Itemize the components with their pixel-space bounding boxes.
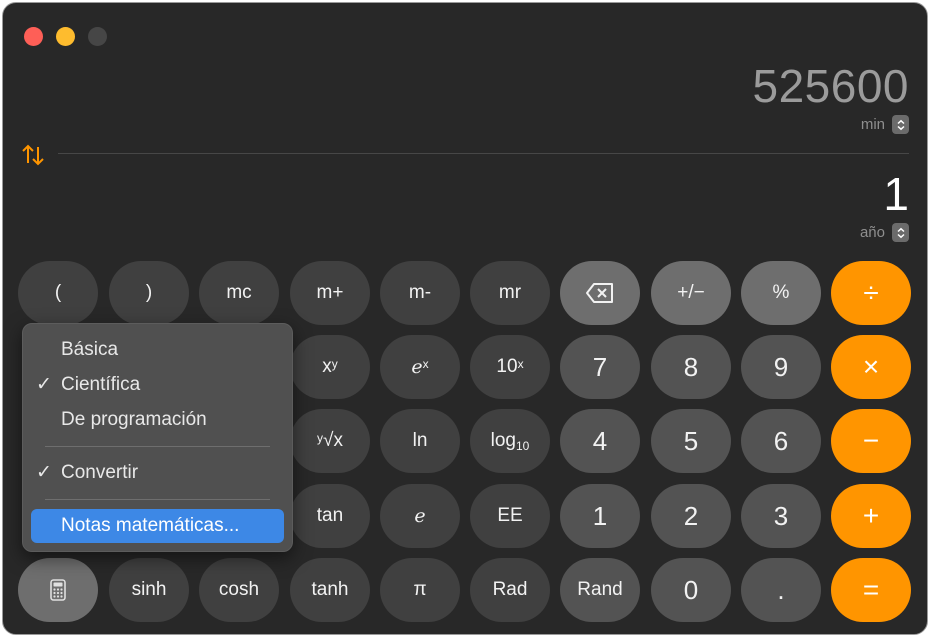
key-7[interactable]: 7 bbox=[560, 335, 640, 399]
key-add[interactable]: + bbox=[831, 484, 911, 548]
key-close-paren[interactable]: ) bbox=[109, 261, 189, 325]
backspace-icon bbox=[586, 283, 613, 303]
calculator-window: 525600 min 1 año () mc m+ m- mr +/− % ÷… bbox=[2, 2, 928, 635]
key-open-paren[interactable]: ( bbox=[18, 261, 98, 325]
key-backspace[interactable] bbox=[560, 261, 640, 325]
mode-menu-button[interactable] bbox=[18, 558, 98, 622]
menu-item-programmer[interactable]: De programación bbox=[31, 403, 284, 437]
key-label-exponent: x bbox=[422, 357, 429, 371]
menu-separator bbox=[45, 446, 270, 447]
minimize-button[interactable] bbox=[56, 27, 75, 46]
target-value: 1 bbox=[883, 168, 909, 220]
target-unit-selector[interactable] bbox=[892, 223, 909, 242]
menu-item-label: Notas matemáticas... bbox=[61, 515, 240, 536]
key-y-root-x[interactable]: y √x bbox=[290, 409, 370, 473]
chevron-up-down-icon bbox=[896, 227, 905, 238]
key-ten-power-x[interactable]: 10 x bbox=[470, 335, 550, 399]
key-label-subscript: 10 bbox=[516, 439, 530, 453]
key-0[interactable]: 0 bbox=[651, 558, 731, 622]
key-memory-recall[interactable]: mr bbox=[470, 261, 550, 325]
key-x-power-y[interactable]: xy bbox=[290, 335, 370, 399]
key-multiply[interactable]: × bbox=[831, 335, 911, 399]
key-memory-add[interactable]: m+ bbox=[290, 261, 370, 325]
key-pi[interactable]: π bbox=[380, 558, 460, 622]
swap-arrows-icon[interactable] bbox=[21, 144, 45, 166]
key-ee[interactable]: EE bbox=[470, 484, 550, 548]
key-memory-clear[interactable]: mc bbox=[199, 261, 279, 325]
menu-item-scientific[interactable]: ✓ Científica bbox=[31, 368, 284, 402]
key-6[interactable]: 6 bbox=[741, 409, 821, 473]
menu-item-convert[interactable]: ✓ Convertir bbox=[31, 456, 284, 490]
key-label-base: 10 bbox=[496, 356, 518, 377]
key-decimal[interactable]: . bbox=[741, 558, 821, 622]
key-3[interactable]: 3 bbox=[741, 484, 821, 548]
key-label-exponent: x bbox=[517, 357, 524, 371]
key-9[interactable]: 9 bbox=[741, 335, 821, 399]
key-label-base: x bbox=[322, 356, 332, 377]
menu-separator bbox=[45, 499, 270, 500]
key-1[interactable]: 1 bbox=[560, 484, 640, 548]
menu-item-label: De programación bbox=[61, 409, 207, 430]
menu-item-math-notes[interactable]: Notas matemáticas... bbox=[31, 509, 284, 543]
chevron-up-down-icon bbox=[896, 119, 905, 130]
key-plus-minus[interactable]: +/− bbox=[651, 261, 731, 325]
key-2[interactable]: 2 bbox=[651, 484, 731, 548]
menu-item-label: Científica bbox=[61, 374, 141, 395]
key-e-power-x[interactable]: ex bbox=[380, 335, 460, 399]
key-percent[interactable]: % bbox=[741, 261, 821, 325]
key-label-index: y bbox=[317, 431, 324, 445]
key-ln[interactable]: ln bbox=[380, 409, 460, 473]
calculator-icon bbox=[50, 579, 66, 601]
close-button[interactable] bbox=[24, 27, 43, 46]
key-memory-subtract[interactable]: m- bbox=[380, 261, 460, 325]
source-unit-label: min bbox=[860, 116, 885, 133]
source-unit-selector[interactable] bbox=[892, 115, 909, 134]
key-divide[interactable]: ÷ bbox=[831, 261, 911, 325]
target-display: 1 año bbox=[860, 169, 909, 242]
key-tanh[interactable]: tanh bbox=[290, 558, 370, 622]
key-8[interactable]: 8 bbox=[651, 335, 731, 399]
key-sinh[interactable]: sinh bbox=[109, 558, 189, 622]
key-cosh[interactable]: cosh bbox=[199, 558, 279, 622]
key-equals[interactable]: = bbox=[831, 558, 911, 622]
key-label-radical: √x bbox=[323, 430, 343, 451]
key-4[interactable]: 4 bbox=[560, 409, 640, 473]
key-label-exponent: y bbox=[331, 357, 338, 371]
key-rad[interactable]: Rad bbox=[470, 558, 550, 622]
checkmark-icon: ✓ bbox=[36, 374, 52, 395]
mode-menu: Básica ✓ Científica De programación ✓ Co… bbox=[22, 323, 293, 552]
zoom-button[interactable] bbox=[88, 27, 107, 46]
display-divider bbox=[58, 153, 909, 154]
key-tan[interactable]: tan bbox=[290, 484, 370, 548]
menu-item-label: Básica bbox=[61, 339, 119, 360]
menu-item-label: Convertir bbox=[61, 462, 139, 483]
key-label-base: log bbox=[490, 430, 516, 451]
target-unit-label: año bbox=[859, 224, 885, 241]
key-subtract[interactable]: − bbox=[831, 409, 911, 473]
key-5[interactable]: 5 bbox=[651, 409, 731, 473]
menu-item-basic[interactable]: Básica bbox=[31, 333, 284, 367]
key-label-base: e bbox=[411, 356, 423, 378]
key-log10[interactable]: log 10 bbox=[470, 409, 550, 473]
source-value: 525600 bbox=[752, 60, 909, 112]
checkmark-icon: ✓ bbox=[36, 462, 52, 483]
key-euler[interactable]: e bbox=[380, 484, 460, 548]
key-rand[interactable]: Rand bbox=[560, 558, 640, 622]
source-display: 525600 min bbox=[752, 60, 909, 134]
